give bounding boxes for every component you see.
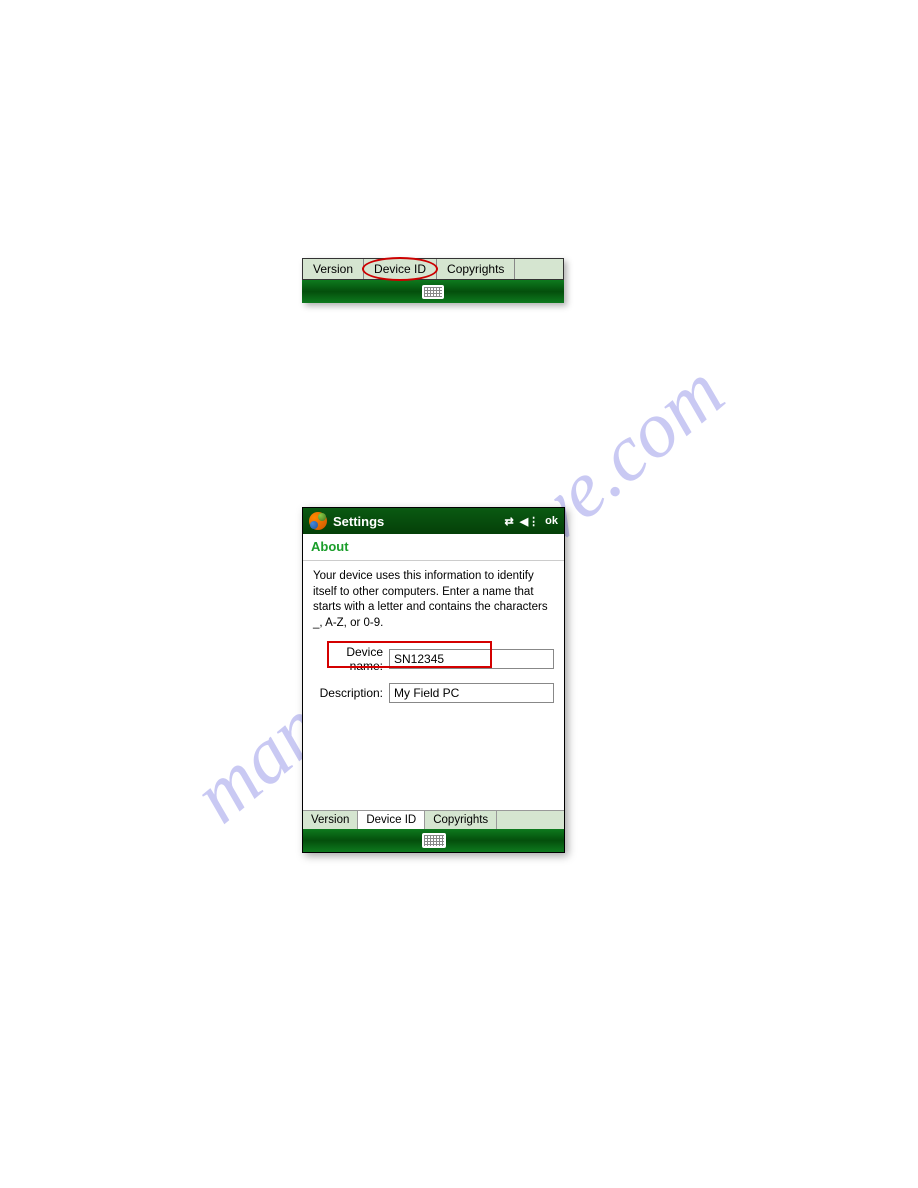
tab-device-id-small[interactable]: Device ID [364, 259, 437, 279]
description-label: Description: [313, 686, 383, 700]
ok-button[interactable]: ok [545, 515, 558, 527]
start-icon[interactable] [309, 512, 327, 530]
keyboard-icon[interactable] [422, 833, 446, 848]
description-row: Description: [313, 683, 554, 703]
tab-version[interactable]: Version [303, 811, 358, 829]
command-bar [303, 829, 564, 852]
tab-version-small[interactable]: Version [303, 259, 364, 279]
window-title: Settings [333, 514, 384, 529]
title-bar: Settings ⇄ ◀⋮ ok [303, 508, 564, 534]
tab-device-id[interactable]: Device ID [358, 811, 425, 829]
tab-copyrights-small[interactable]: Copyrights [437, 259, 515, 279]
description-input[interactable] [389, 683, 554, 703]
settings-window: Settings ⇄ ◀⋮ ok About Your device uses … [302, 507, 565, 853]
small-tab-strip: Version Device ID Copyrights [302, 258, 564, 303]
volume-icon[interactable]: ◀⋮ [520, 515, 539, 528]
keyboard-icon[interactable] [422, 285, 444, 299]
about-header-text: About [311, 539, 349, 554]
tab-copyrights[interactable]: Copyrights [425, 811, 497, 829]
connectivity-icon[interactable]: ⇄ [504, 515, 513, 528]
command-bar-small [302, 280, 564, 303]
device-name-input[interactable] [389, 649, 554, 669]
bottom-tab-row: Version Device ID Copyrights [303, 810, 564, 829]
device-name-label: Device name: [313, 645, 383, 673]
title-bar-icons: ⇄ ◀⋮ ok [504, 515, 558, 528]
device-name-row: Device name: [313, 645, 554, 673]
info-text: Your device uses this information to ide… [313, 569, 554, 631]
small-tab-row: Version Device ID Copyrights [302, 258, 564, 280]
about-header: About [303, 534, 564, 561]
content-area: Your device uses this information to ide… [303, 561, 564, 810]
